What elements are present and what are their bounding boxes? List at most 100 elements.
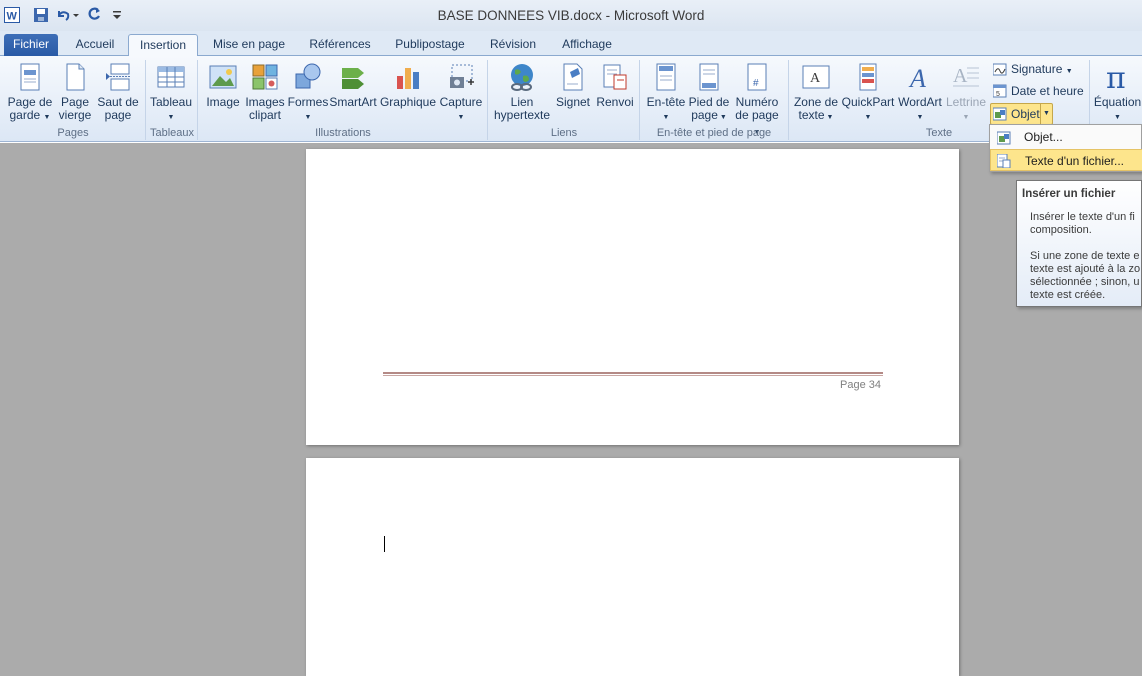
cross-reference-label: Renvoi <box>596 95 634 109</box>
object-split-button[interactable]: Objet ▼ <box>990 103 1053 125</box>
textbox-icon: A <box>801 62 831 92</box>
signature-icon <box>992 62 1007 76</box>
dropcap-label: Lettrine <box>945 95 987 109</box>
cover-page-button[interactable]: Page de garde ▼ <box>6 56 54 124</box>
hyperlink-label-2: hypertexte <box>493 108 551 122</box>
cover-page-label-1: Page de <box>7 95 53 109</box>
equation-label: Équation <box>1093 95 1142 109</box>
image-label: Image <box>206 95 240 109</box>
bookmark-button[interactable]: Signet <box>554 56 592 109</box>
page-break-label-2: page <box>104 108 132 122</box>
equation-button[interactable]: π Équation ▼ <box>1093 56 1142 124</box>
pi-icon: π <box>1103 61 1133 96</box>
group-label-illustrations: Illustrations <box>315 127 371 139</box>
shapes-button[interactable]: Formes ▼ <box>287 56 329 124</box>
document-workspace[interactable]: Page 34 <box>0 143 1142 676</box>
cover-page-label-2: garde <box>9 108 41 122</box>
chart-icon <box>393 62 423 92</box>
blank-page-button[interactable]: Page vierge <box>56 56 94 122</box>
camera-icon <box>446 62 476 92</box>
quickpart-button[interactable]: QuickPart ▼ <box>841 56 895 124</box>
textbox-button[interactable]: A Zone de texte ▼ <box>793 56 839 124</box>
wordart-label: WordArt <box>898 95 942 109</box>
date-time-label: Date et heure <box>1011 84 1084 98</box>
globe-link-icon <box>507 62 537 92</box>
quickpart-label: QuickPart <box>841 95 895 109</box>
cover-page-icon <box>15 62 45 92</box>
tab-file[interactable]: Fichier <box>4 34 58 56</box>
tooltip-line: Insérer le texte d'un fi <box>1030 211 1135 223</box>
smartart-icon <box>338 62 368 92</box>
page-number-footer: Page 34 <box>840 379 881 391</box>
tab-references[interactable]: Références <box>302 34 378 56</box>
svg-text:5: 5 <box>996 91 1000 98</box>
header-button[interactable]: En-tête ▼ <box>644 56 688 124</box>
svg-text:#: # <box>753 78 759 89</box>
tooltip-line: composition. <box>1030 224 1092 236</box>
insert-file-tooltip: Insérer un fichier Insérer le texte d'un… <box>1016 180 1142 307</box>
tab-view[interactable]: Affichage <box>554 34 620 56</box>
tooltip-title: Insérer un fichier <box>1022 188 1116 200</box>
footer-button[interactable]: Pied de page ▼ <box>688 56 730 124</box>
ribbon-tabs: Fichier Accueil Insertion Mise en page R… <box>0 31 1142 58</box>
bookmark-label: Signet <box>555 95 591 109</box>
cross-reference-icon <box>600 62 630 92</box>
screenshot-label: Capture <box>439 95 483 109</box>
tab-review[interactable]: Révision <box>482 34 544 56</box>
page-number-label-2: de page <box>735 108 779 122</box>
object-dropdown-arrow[interactable]: ▼ <box>1040 104 1052 124</box>
signature-button[interactable]: Signature ▼ <box>991 59 1087 79</box>
wordart-button[interactable]: A WordArt ▼ <box>896 56 944 124</box>
document-page-35[interactable] <box>306 458 959 676</box>
textbox-label-2: texte <box>798 108 825 122</box>
blank-page-label-2: vierge <box>58 108 92 122</box>
footer-icon <box>694 62 724 92</box>
footer-label-2: page <box>691 108 718 122</box>
page-number-icon: # <box>742 62 772 92</box>
header-icon <box>651 62 681 92</box>
tab-insert[interactable]: Insertion <box>128 34 198 58</box>
document-page-34[interactable]: Page 34 <box>306 149 959 445</box>
clipart-icon <box>250 62 280 92</box>
screenshot-button[interactable]: Capture ▼ <box>438 56 484 124</box>
footer-rule <box>383 372 883 376</box>
dropcap-button[interactable]: A Lettrine ▼ <box>944 56 988 124</box>
blank-page-label-1: Page <box>60 95 90 109</box>
dropcap-icon: A <box>951 62 981 92</box>
object-icon <box>992 107 1007 121</box>
footer-label-1: Pied de <box>688 95 730 109</box>
hyperlink-button[interactable]: Lien hypertexte <box>492 56 552 122</box>
header-label: En-tête <box>646 95 686 109</box>
text-from-file-icon <box>996 153 1011 175</box>
bookmark-icon <box>558 62 588 92</box>
text-cursor <box>384 536 385 552</box>
object-label: Objet <box>1011 107 1040 121</box>
page-break-button[interactable]: Saut de page <box>96 56 140 122</box>
group-label-links: Liens <box>550 127 578 139</box>
clipart-button[interactable]: Images clipart <box>244 56 286 122</box>
page-number-label-1: Numéro <box>735 95 779 109</box>
menu-item-object[interactable]: Objet... <box>990 126 1142 148</box>
ribbon-insert: Page de garde ▼ Page vierge Saut de page… <box>0 56 1142 142</box>
clipart-label-2: clipart <box>248 108 281 122</box>
group-label-pages: Pages <box>57 127 89 139</box>
picture-icon <box>208 62 238 92</box>
tab-home[interactable]: Accueil <box>68 34 122 56</box>
table-button[interactable]: Tableau ▼ <box>148 56 194 124</box>
tab-page-layout[interactable]: Mise en page <box>206 34 292 56</box>
calendar-icon: 5 <box>992 84 1007 98</box>
page-break-icon <box>103 62 133 92</box>
menu-item-object-label: Objet... <box>1024 130 1063 144</box>
date-time-button[interactable]: 5 Date et heure <box>991 81 1087 101</box>
chart-button[interactable]: Graphique <box>378 56 438 109</box>
table-label: Tableau <box>149 95 193 109</box>
group-label-tables: Tableaux <box>149 127 195 139</box>
textbox-label-1: Zone de <box>793 95 839 109</box>
group-label-header-footer: En-tête et pied de page <box>656 127 772 139</box>
tab-mailings[interactable]: Publipostage <box>388 34 472 56</box>
image-button[interactable]: Image <box>204 56 242 109</box>
cross-reference-button[interactable]: Renvoi <box>594 56 636 109</box>
menu-item-text-from-file[interactable]: Texte d'un fichier... <box>990 149 1142 171</box>
smartart-button[interactable]: SmartArt <box>329 56 377 109</box>
page-break-label-1: Saut de <box>97 95 139 109</box>
